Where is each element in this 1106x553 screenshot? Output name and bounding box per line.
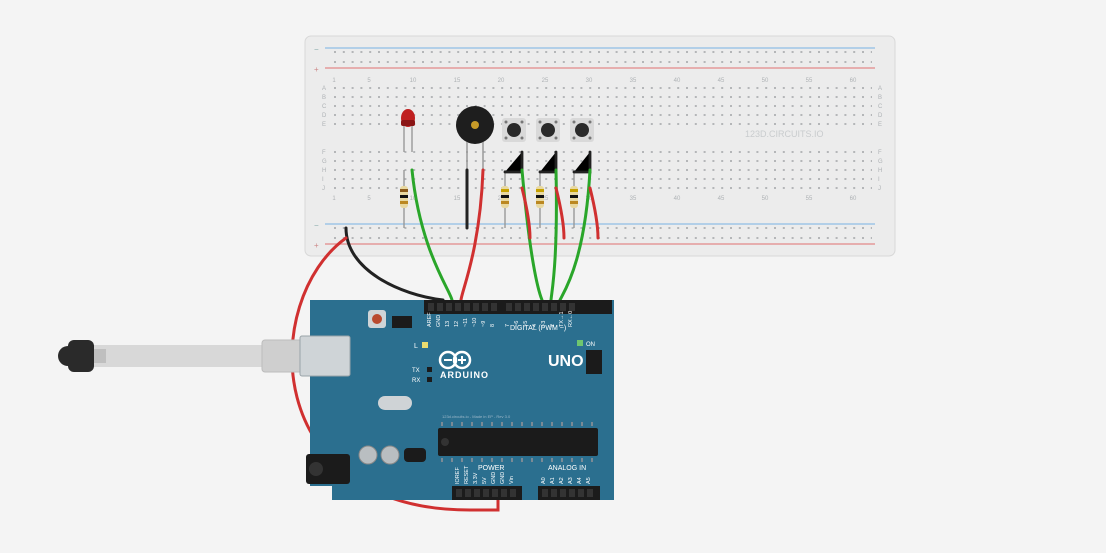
- rail-plus-top: +: [314, 65, 319, 74]
- watermark-text: 123D.CIRCUITS.IO: [745, 129, 824, 139]
- svg-text:55: 55: [806, 78, 813, 84]
- rail-minus-top: −: [314, 45, 319, 54]
- pushbutton-3[interactable]: [570, 118, 594, 142]
- svg-text:RESET: RESET: [464, 465, 470, 484]
- svg-text:AREF: AREF: [427, 312, 433, 327]
- board-footer: 123d.circuits.io - Made in EP - Rev 3.0: [442, 414, 511, 419]
- svg-text:15: 15: [454, 78, 461, 84]
- svg-text:RX←0: RX←0: [568, 311, 574, 327]
- brand-text: ARDUINO: [440, 370, 489, 380]
- svg-text:D: D: [322, 113, 327, 119]
- svg-text:A: A: [322, 86, 326, 92]
- svg-text:C: C: [878, 104, 883, 110]
- svg-text:F: F: [878, 150, 882, 156]
- svg-text:A4: A4: [577, 477, 583, 484]
- svg-text:D: D: [878, 113, 883, 119]
- svg-text:50: 50: [762, 78, 769, 84]
- svg-text:35: 35: [630, 196, 637, 202]
- svg-text:40: 40: [674, 196, 681, 202]
- svg-text:20: 20: [498, 78, 505, 84]
- svg-text:35: 35: [630, 78, 637, 84]
- reset-button[interactable]: [368, 310, 386, 328]
- svg-text:25: 25: [542, 78, 549, 84]
- svg-text:E: E: [322, 122, 326, 128]
- svg-text:3.3V: 3.3V: [473, 472, 479, 484]
- svg-text:B: B: [322, 95, 326, 101]
- svg-text:H: H: [322, 168, 326, 174]
- power-label: POWER: [478, 465, 504, 472]
- svg-text:~10: ~10: [472, 318, 478, 327]
- svg-text:2: 2: [550, 324, 556, 327]
- svg-text:J: J: [322, 186, 325, 192]
- led-l-label: L: [414, 343, 418, 350]
- pushbutton-2[interactable]: [536, 118, 560, 142]
- svg-text:GND: GND: [491, 472, 497, 484]
- rail-plus-bot: +: [314, 241, 319, 250]
- svg-text:4: 4: [532, 324, 538, 327]
- svg-text:GND: GND: [436, 315, 442, 327]
- svg-text:50: 50: [762, 196, 769, 202]
- svg-text:C: C: [322, 104, 327, 110]
- svg-text:40: 40: [674, 78, 681, 84]
- svg-text:E: E: [878, 122, 882, 128]
- svg-text:15: 15: [454, 196, 461, 202]
- svg-text:TX→1: TX→1: [559, 311, 565, 327]
- svg-text:45: 45: [718, 196, 725, 202]
- svg-text:G: G: [322, 159, 327, 165]
- svg-text:~6: ~6: [514, 321, 520, 327]
- led-rx-label: RX: [412, 378, 420, 384]
- rail-minus-bot: −: [314, 221, 319, 230]
- svg-text:F: F: [322, 150, 326, 156]
- svg-text:A: A: [878, 86, 882, 92]
- svg-text:A1: A1: [550, 477, 556, 484]
- svg-text:12: 12: [454, 321, 460, 327]
- svg-text:60: 60: [850, 196, 857, 202]
- arduino-board: DIGITAL (PWM ~) AREF GND 13 12 ~11 ~10 ~…: [300, 300, 614, 500]
- svg-text:~11: ~11: [463, 318, 469, 327]
- pushbutton-1[interactable]: [502, 118, 526, 142]
- svg-text:H: H: [878, 168, 882, 174]
- svg-text:A2: A2: [559, 477, 565, 484]
- model-text: UNO: [548, 353, 584, 370]
- svg-text:~9: ~9: [481, 321, 487, 327]
- svg-text:55: 55: [806, 196, 813, 202]
- svg-text:~3: ~3: [541, 321, 547, 327]
- svg-text:60: 60: [850, 78, 857, 84]
- svg-text:8: 8: [490, 324, 496, 327]
- svg-text:~5: ~5: [523, 321, 529, 327]
- svg-text:30: 30: [586, 78, 593, 84]
- svg-text:45: 45: [718, 78, 725, 84]
- svg-text:B: B: [878, 95, 882, 101]
- svg-text:5V: 5V: [482, 477, 488, 484]
- svg-text:A3: A3: [568, 477, 574, 484]
- led-tx-label: TX: [412, 368, 420, 374]
- svg-text:J: J: [878, 186, 881, 192]
- svg-text:13: 13: [445, 321, 451, 327]
- svg-text:IOREF: IOREF: [455, 467, 461, 484]
- svg-text:G: G: [878, 159, 883, 165]
- breadboard: − + − +: [305, 36, 895, 256]
- on-led-label: ON: [586, 342, 595, 348]
- svg-text:Vin: Vin: [509, 476, 515, 484]
- svg-text:GND: GND: [500, 472, 506, 484]
- svg-text:A0: A0: [541, 477, 547, 484]
- svg-text:7: 7: [505, 324, 511, 327]
- svg-text:A5: A5: [586, 477, 592, 484]
- analog-label: ANALOG IN: [548, 465, 586, 472]
- svg-text:10: 10: [410, 78, 417, 84]
